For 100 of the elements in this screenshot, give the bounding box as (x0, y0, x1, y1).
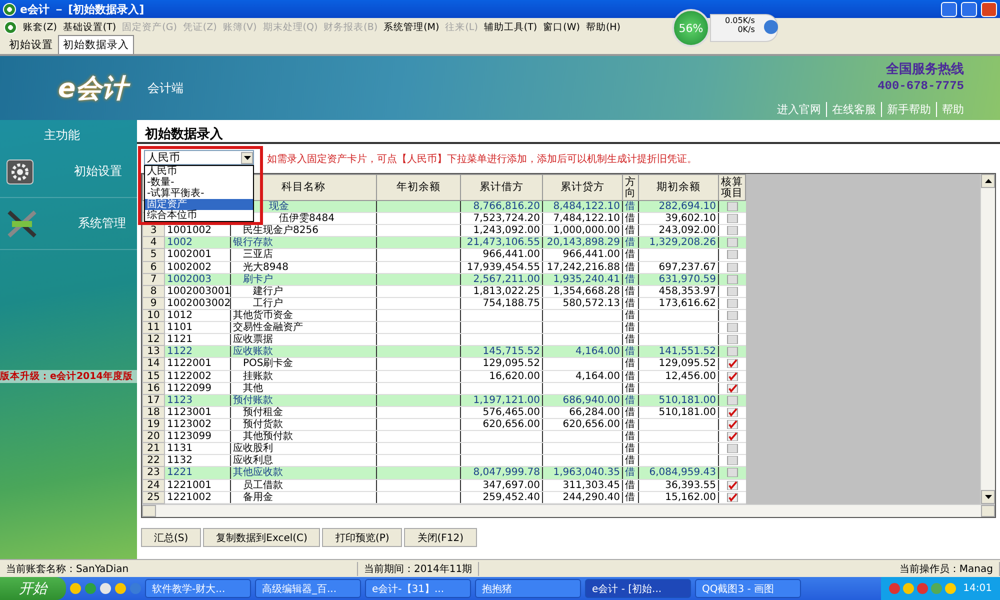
maximize-button[interactable] (961, 2, 977, 16)
row-number: 14 (142, 358, 164, 370)
check-icon[interactable] (726, 408, 738, 417)
banner-subtitle: 会计端 (148, 80, 185, 96)
status-text: 当前操作员：Manag (479, 562, 1000, 576)
quick-launch-icon[interactable] (115, 583, 126, 594)
sidebar-item[interactable]: 系统管理 (0, 198, 137, 250)
logo: e会计 (58, 70, 128, 106)
table-cell: 1123001 (164, 406, 230, 418)
table-cell: 129,095.52 (638, 358, 718, 370)
row-number: 11 (142, 322, 164, 334)
table-cell: 458,353.97 (638, 285, 718, 298)
taskbar-button[interactable]: e会计 - [初始... (585, 579, 691, 598)
table-cell: 12,456.00 (638, 370, 718, 382)
horizontal-scrollbar[interactable] (142, 504, 995, 517)
table-cell: 1002003 (164, 273, 230, 286)
table-cell: 576,465.00 (460, 406, 542, 418)
quick-launch-icon[interactable] (100, 583, 111, 594)
table-cell: 1,963,040.35 (542, 466, 622, 480)
menu-item[interactable]: 账套(Z) (23, 21, 57, 34)
table-cell: 510,181.00 (638, 406, 718, 418)
table-cell: 借 (622, 273, 638, 286)
row-number: 22 (142, 454, 164, 467)
check-icon[interactable] (726, 432, 738, 442)
window-title: e会计 － [初始数据录入] (20, 2, 146, 16)
hotline-title: 全国服务热线 (886, 60, 964, 78)
row-number: 5 (142, 248, 164, 262)
table-cell: 754,188.75 (460, 297, 542, 310)
notice-text: 如需录入固定资产卡片，可点【人民币】下拉菜单进行添加，添加后可以机制生成计提折旧凭证。 (267, 152, 697, 166)
menu-item[interactable]: 基础设置(T) (62, 21, 116, 34)
menu-item[interactable]: 辅助工具(T) (484, 21, 538, 34)
row-number: 9 (142, 297, 164, 310)
table-cell: 8,047,999.78 (460, 466, 542, 480)
status-text: 当前账套名称：SanYaDian (0, 562, 358, 576)
table-cell: 员工借款 (230, 479, 376, 492)
row-number: 16 (142, 382, 164, 394)
tray-icon[interactable] (889, 583, 900, 594)
minimize-button[interactable] (941, 2, 957, 16)
table-cell: 工行户 (230, 297, 376, 310)
table-cell: 966,441.00 (460, 248, 542, 262)
taskbar-button[interactable]: 高级编辑器_百... (255, 579, 361, 598)
currency-select[interactable]: 人民币 (144, 150, 254, 165)
table-cell: POS刷卡金 (230, 358, 376, 370)
table-cell: 借 (622, 406, 638, 418)
table-cell: 1,935,240.41 (542, 273, 622, 286)
table-cell: 预付租金 (230, 406, 376, 418)
vertical-scrollbar[interactable] (980, 174, 995, 504)
taskbar-button[interactable]: 软件教学-财大... (145, 579, 251, 598)
action-button[interactable]: 打印预览(P) (322, 528, 402, 547)
row-number: 10 (142, 309, 164, 322)
start-button[interactable]: 开始 (0, 577, 66, 600)
taskbar-button[interactable]: 抱抱猪 (475, 579, 581, 598)
select-value: 人民币 (147, 150, 180, 165)
sidebar-item[interactable]: 初始设置 (0, 146, 137, 198)
table-cell: 借 (622, 358, 638, 370)
table-cell: 1002003002 (164, 297, 230, 310)
table-cell: 4,164.00 (542, 370, 622, 382)
gear-icon (6, 158, 34, 184)
table-cell: 697,237.67 (638, 261, 718, 274)
close-button[interactable] (981, 2, 997, 16)
table-cell: 66,284.00 (542, 406, 622, 418)
taskbar-button[interactable]: e会计-【31】... (365, 579, 471, 598)
menu-item[interactable]: 窗口(W) (543, 21, 580, 34)
row-number: 8 (142, 285, 164, 298)
row-number: 23 (142, 466, 164, 480)
check-icon[interactable] (726, 372, 738, 381)
check-icon[interactable] (726, 384, 738, 393)
scroll-down-icon[interactable] (984, 495, 992, 499)
menu-item[interactable]: 系统管理(M) (384, 21, 440, 34)
check-icon[interactable] (726, 359, 738, 368)
tray-icon[interactable] (945, 583, 956, 594)
hotline-number: 400-678-7775 (878, 78, 964, 92)
tab[interactable]: 初始设置 (4, 35, 58, 54)
column-header: 核算项目 (718, 174, 746, 200)
row-number: 19 (142, 418, 164, 431)
table-cell: 311,303.45 (542, 479, 622, 492)
row-number: 3 (142, 224, 164, 237)
tray-icon[interactable] (903, 583, 914, 594)
action-button[interactable]: 汇总(S) (141, 528, 202, 547)
table-cell: 预付账款 (230, 394, 376, 406)
row-number: 17 (142, 394, 164, 406)
tray-icon[interactable] (917, 583, 928, 594)
quick-launch-icon[interactable] (70, 583, 81, 594)
tab[interactable]: 初始数据录入 (58, 35, 134, 54)
check-icon[interactable] (726, 420, 738, 430)
row-number: 18 (142, 406, 164, 418)
menu-item[interactable]: 帮助(H) (586, 21, 621, 34)
sidebar-label: 系统管理 (78, 215, 126, 232)
action-button[interactable]: 关闭(F12) (404, 528, 477, 547)
table-cell: 16,620.00 (460, 370, 542, 382)
table-cell: 借 (622, 285, 638, 298)
page-title: 初始数据录入 (137, 120, 1000, 144)
scroll-up-icon[interactable] (984, 179, 992, 183)
table-cell: 580,572.13 (542, 297, 622, 310)
dropdown-option[interactable]: 固定资产 (145, 199, 253, 210)
column-header: 年初余额 (376, 174, 460, 200)
taskbar-button[interactable]: QQ截图3 - 画图 (695, 579, 801, 598)
check-icon[interactable] (726, 480, 738, 490)
action-button[interactable]: 复制数据到Excel(C) (203, 528, 320, 547)
check-icon[interactable] (726, 492, 738, 502)
